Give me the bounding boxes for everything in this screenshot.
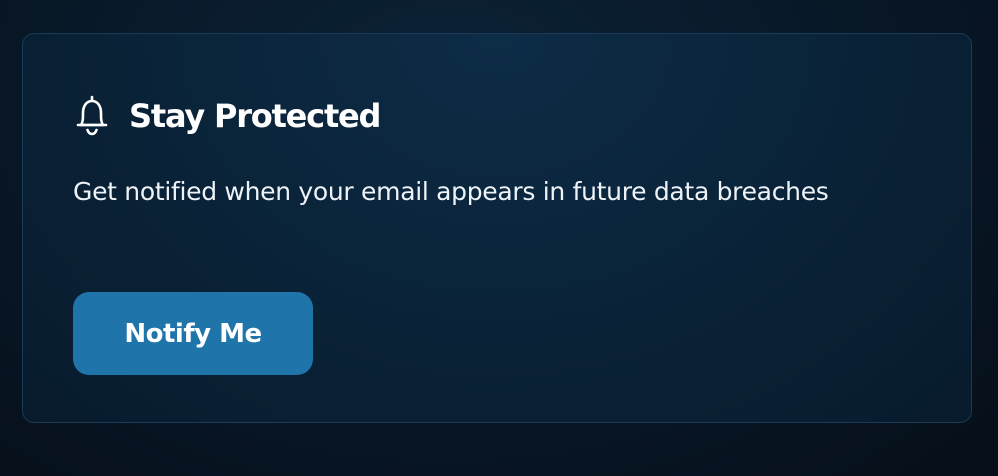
notify-me-button[interactable]: Notify Me	[73, 292, 313, 375]
bell-icon	[73, 94, 111, 138]
card-header: Stay Protected	[73, 94, 381, 138]
card-description: Get notified when your email appears in …	[73, 177, 829, 206]
card-title: Stay Protected	[129, 97, 381, 135]
notification-card: Stay Protected Get notified when your em…	[22, 33, 972, 423]
